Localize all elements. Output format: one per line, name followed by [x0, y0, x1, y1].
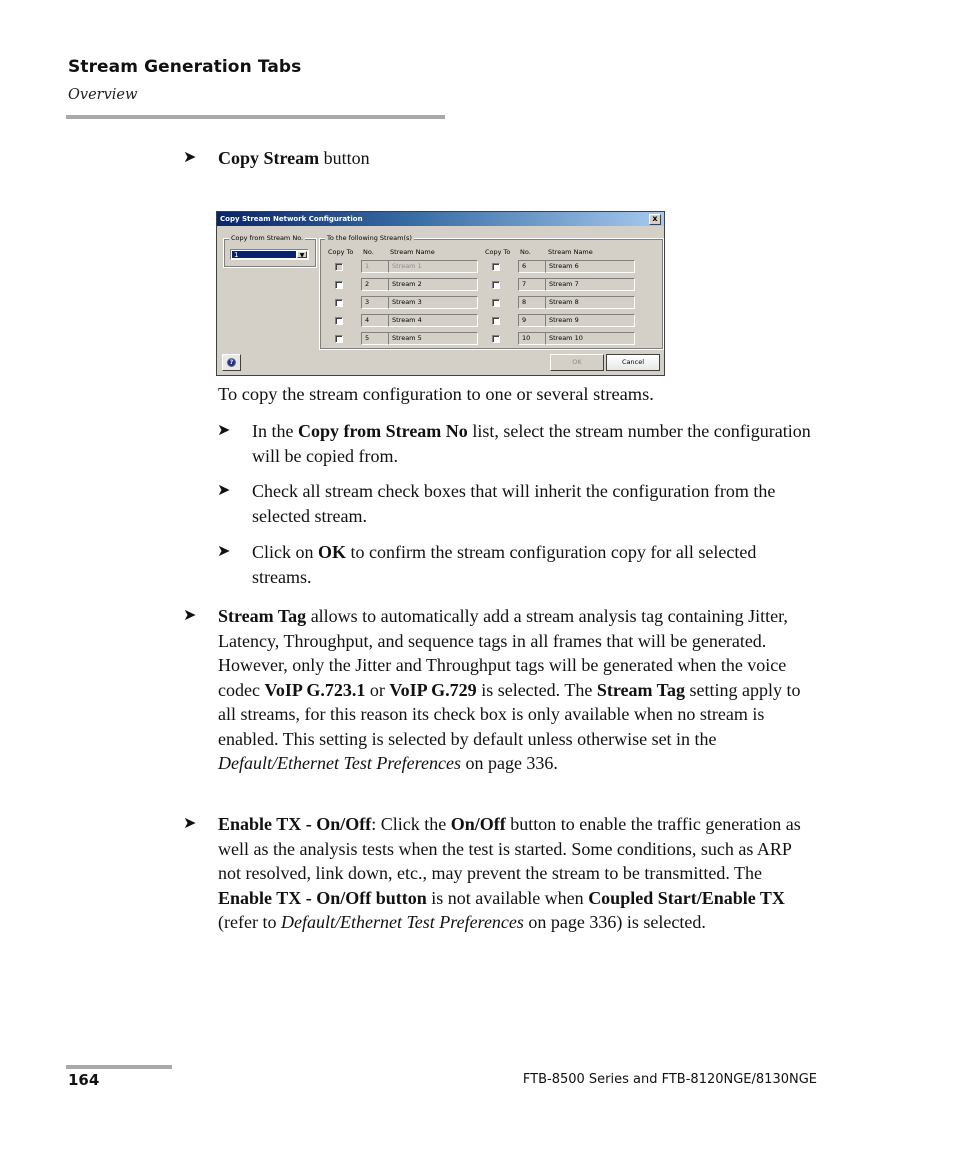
bullet-arrow-icon: ➤: [217, 543, 231, 560]
copy-to-checkbox[interactable]: [492, 299, 500, 307]
copy-to-checkbox[interactable]: [335, 299, 343, 307]
stream-number: 7: [518, 278, 548, 291]
copy-to-checkbox[interactable]: [492, 335, 500, 343]
col-header-copy-to-2: Copy To: [485, 248, 511, 256]
stream-number: 5: [361, 332, 391, 345]
copy-to-checkbox: [335, 263, 343, 271]
stream-number: 4: [361, 314, 391, 327]
copy-from-value: 1: [232, 251, 296, 259]
preferences-link[interactable]: Default/Ethernet Test Preferences: [281, 912, 524, 932]
help-icon: ?: [227, 358, 236, 367]
stream-name: Stream 8: [545, 296, 635, 309]
copy-to-checkbox[interactable]: [492, 281, 500, 289]
stream-number: 10: [518, 332, 548, 345]
copy-stream-term: Copy Stream: [218, 148, 320, 168]
copy-stream-bullet: ➤ Copy Stream button: [183, 146, 370, 171]
enable-tx-bullet: ➤ Enable TX - On/Off: Click the On/Off b…: [183, 814, 801, 932]
bullet-arrow-icon: ➤: [183, 815, 197, 832]
help-button[interactable]: ?: [222, 354, 241, 371]
col-header-stream-name-2: Stream Name: [548, 248, 593, 256]
chevron-down-icon[interactable]: ▼: [297, 251, 307, 259]
stream-number: 1: [361, 260, 391, 273]
stream-name: Stream 5: [388, 332, 478, 345]
stream-tag-bullet: ➤ Stream Tag allows to automatically add…: [183, 606, 801, 773]
stream-name: Stream 6: [545, 260, 635, 273]
chapter-title: Stream Generation Tabs: [68, 57, 302, 77]
stream-name: Stream 7: [545, 278, 635, 291]
bullet-arrow-icon: ➤: [217, 422, 231, 439]
sub-bullet-2: ➤ Check all stream check boxes that will…: [217, 481, 776, 526]
dialog-title-bar: Copy Stream Network Configuration x: [217, 212, 664, 226]
copy-from-stream-select[interactable]: 1 ▼: [230, 249, 309, 260]
stream-name: Stream 3: [388, 296, 478, 309]
document-title: FTB-8500 Series and FTB-8120NGE/8130NGE: [522, 1072, 817, 1087]
section-subtitle: Overview: [68, 87, 138, 103]
stream-number: 9: [518, 314, 548, 327]
header-rule: [66, 115, 445, 119]
sub-bullet-3: ➤ Click on OK to confirm the stream conf…: [217, 542, 757, 587]
stream-number: 6: [518, 260, 548, 273]
preferences-link[interactable]: Default/Ethernet Test Preferences: [218, 753, 461, 773]
dialog-title: Copy Stream Network Configuration: [220, 215, 363, 223]
copy-from-label: Copy from Stream No.: [229, 234, 306, 243]
stream-name: Stream 4: [388, 314, 478, 327]
stream-number: 8: [518, 296, 548, 309]
stream-number: 3: [361, 296, 391, 309]
copy-to-checkbox[interactable]: [335, 317, 343, 325]
copy-to-checkbox[interactable]: [335, 281, 343, 289]
stream-name: Stream 10: [545, 332, 635, 345]
copy-intro-text: To copy the stream configuration to one …: [218, 384, 654, 404]
ok-button[interactable]: OK: [550, 354, 604, 371]
footer-rule: [66, 1065, 172, 1069]
copy-stream-dialog: Copy Stream Network Configuration x Copy…: [216, 211, 665, 376]
stream-name: Stream 9: [545, 314, 635, 327]
copy-from-group: Copy from Stream No. 1 ▼: [223, 234, 317, 268]
copy-to-checkbox[interactable]: [492, 263, 500, 271]
sub-bullet-1: ➤ In the Copy from Stream No list, selec…: [217, 421, 811, 466]
stream-name: Stream 2: [388, 278, 478, 291]
col-header-no-2: No.: [520, 248, 531, 256]
copy-to-checkbox[interactable]: [492, 317, 500, 325]
copy-to-checkbox[interactable]: [335, 335, 343, 343]
cancel-button[interactable]: Cancel: [606, 354, 660, 371]
col-header-no: No.: [363, 248, 374, 256]
target-streams-group: To the following Stream(s) Copy To No. S…: [319, 234, 664, 350]
close-icon: x: [652, 214, 658, 223]
bullet-arrow-icon: ➤: [183, 607, 197, 624]
stream-name: Stream 1: [388, 260, 478, 273]
bullet-arrow-icon: ➤: [217, 482, 231, 499]
close-button[interactable]: x: [649, 214, 661, 225]
page-number: 164: [68, 1071, 100, 1089]
target-streams-label: To the following Stream(s): [325, 234, 414, 243]
stream-number: 2: [361, 278, 391, 291]
col-header-stream-name: Stream Name: [390, 248, 435, 256]
col-header-copy-to: Copy To: [328, 248, 354, 256]
bullet-arrow-icon: ➤: [183, 149, 197, 166]
